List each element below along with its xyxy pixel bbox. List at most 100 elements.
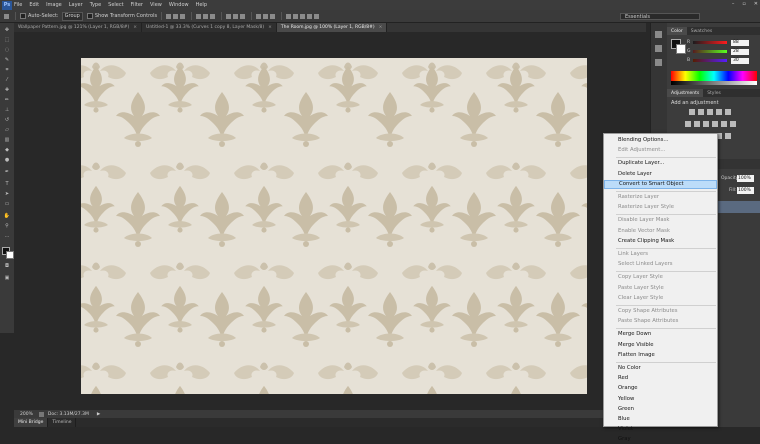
tab-styles[interactable]: Styles	[703, 89, 725, 97]
menu-item-green[interactable]: Green	[604, 405, 717, 414]
red-value-field[interactable]: 88	[731, 39, 749, 46]
menu-item-flatten-image[interactable]: Flatten Image	[604, 351, 717, 360]
menu-item-gray[interactable]: Gray	[604, 435, 717, 444]
levels-icon[interactable]	[698, 109, 704, 115]
menu-item-merge-down[interactable]: Merge Down	[604, 330, 717, 339]
3d-pan-icon[interactable]	[307, 13, 313, 19]
hue-saturation-icon[interactable]	[685, 121, 691, 127]
fill-field[interactable]: 100%	[737, 187, 754, 194]
3d-roll-icon[interactable]	[300, 13, 306, 19]
tab-color[interactable]: Color	[667, 27, 687, 35]
status-menu-icon[interactable]	[38, 411, 44, 417]
menu-help[interactable]: Help	[196, 2, 207, 8]
blue-value-field[interactable]: 30	[731, 57, 749, 64]
3d-rotate-icon[interactable]	[293, 13, 299, 19]
align-middle-icon[interactable]	[173, 13, 179, 19]
more-tools-icon[interactable]: …	[3, 233, 11, 239]
workspace-selector[interactable]: Essentials	[620, 13, 700, 20]
menu-layer[interactable]: Layer	[69, 2, 83, 8]
tab-wallpaper-pattern[interactable]: Wallpaper Pattern.jpg @ 121% (Layer 1, R…	[14, 23, 143, 32]
eraser-tool-icon[interactable]: ▱	[3, 127, 11, 133]
menu-type[interactable]: Type	[90, 2, 101, 8]
slider-blue[interactable]: B 30	[687, 57, 757, 64]
crop-tool-icon[interactable]: ⌗	[3, 67, 11, 73]
black-white-icon[interactable]	[703, 121, 709, 127]
tab-the-room[interactable]: The Room.jpg @ 100% (Layer 1, RGB/8#) ×	[276, 23, 388, 32]
info-panel-icon[interactable]	[655, 59, 662, 66]
tab-untitled-1[interactable]: Untitled-1 @ 33.3% (Curves 1 copy 8, Lay…	[142, 23, 277, 32]
tab-swatches[interactable]: Swatches	[687, 27, 717, 35]
menu-item-merge-visible[interactable]: Merge Visible	[604, 341, 717, 350]
photo-filter-icon[interactable]	[712, 121, 718, 127]
color-balance-icon[interactable]	[694, 121, 700, 127]
properties-panel-icon[interactable]	[655, 45, 662, 52]
menu-item-yellow[interactable]: Yellow	[604, 395, 717, 404]
align-left-icon[interactable]	[196, 13, 202, 19]
marquee-tool-icon[interactable]: ⬚	[3, 37, 11, 43]
menu-image[interactable]: Image	[46, 2, 62, 8]
color-spectrum-bar[interactable]	[671, 71, 757, 81]
distribute-bottom-icon[interactable]	[240, 13, 246, 19]
panel-background-swatch[interactable]	[676, 44, 686, 54]
tab-mini-bridge[interactable]: Mini Bridge	[14, 418, 49, 427]
clone-stamp-tool-icon[interactable]: ⊥	[3, 107, 11, 113]
menu-item-blending-options[interactable]: Blending Options...	[604, 136, 717, 145]
align-right-icon[interactable]	[210, 13, 216, 19]
distribute-top-icon[interactable]	[226, 13, 232, 19]
menu-select[interactable]: Select	[108, 2, 123, 8]
type-tool-icon[interactable]: T	[3, 181, 11, 187]
menu-item-convert-to-smart-object[interactable]: Convert to Smart Object	[604, 179, 717, 189]
background-color-swatch[interactable]	[6, 251, 14, 259]
lasso-tool-icon[interactable]: ◌	[3, 47, 11, 53]
align-center-icon[interactable]	[203, 13, 209, 19]
green-value-field[interactable]: 28	[731, 48, 749, 55]
align-top-icon[interactable]	[166, 13, 172, 19]
tab-close-icon[interactable]: ×	[379, 25, 383, 30]
blur-tool-icon[interactable]: ◆	[3, 147, 11, 153]
slider-red[interactable]: R 88	[687, 39, 757, 46]
color-lookup-icon[interactable]	[730, 121, 736, 127]
auto-select-checkbox[interactable]	[20, 13, 26, 19]
menu-item-delete-layer[interactable]: Delete Layer	[604, 170, 717, 179]
tab-close-icon[interactable]: ×	[133, 25, 137, 30]
close-window-button[interactable]: ✕	[754, 1, 758, 7]
status-arrow-icon[interactable]: ▶	[97, 412, 100, 417]
3d-mode-icon[interactable]	[286, 13, 292, 19]
menu-edit[interactable]: Edit	[29, 2, 39, 8]
menu-view[interactable]: View	[150, 2, 162, 8]
distribute-right-icon[interactable]	[270, 13, 276, 19]
gradient-tool-icon[interactable]: ▥	[3, 137, 11, 143]
brightness-icon[interactable]	[689, 109, 695, 115]
move-tool-icon[interactable]	[4, 13, 9, 19]
curves-icon[interactable]	[707, 109, 713, 115]
move-tool-icon[interactable]: ✥	[3, 27, 11, 33]
auto-select-dropdown[interactable]: Group	[61, 11, 83, 21]
opacity-field[interactable]: 100%	[737, 175, 754, 182]
quick-select-tool-icon[interactable]: ✎	[3, 57, 11, 63]
tab-timeline[interactable]: Timeline	[48, 418, 77, 427]
align-bottom-icon[interactable]	[180, 13, 186, 19]
distribute-left-icon[interactable]	[256, 13, 262, 19]
menu-item-red[interactable]: Red	[604, 374, 717, 383]
dodge-tool-icon[interactable]: ●	[3, 157, 11, 163]
shape-tool-icon[interactable]: ▭	[3, 201, 11, 207]
3d-slide-icon[interactable]	[314, 13, 320, 19]
menu-item-duplicate-layer[interactable]: Duplicate Layer...	[604, 159, 717, 168]
gradient-map-icon[interactable]	[725, 133, 731, 139]
history-brush-tool-icon[interactable]: ↺	[3, 117, 11, 123]
tab-adjustments[interactable]: Adjustments	[667, 89, 704, 97]
maximize-button[interactable]: ▫	[742, 1, 745, 7]
document-canvas[interactable]	[81, 58, 587, 394]
zoom-level[interactable]: 200%	[20, 412, 33, 417]
grayscale-ramp[interactable]	[671, 81, 757, 85]
show-transform-checkbox[interactable]	[86, 13, 93, 19]
slider-green[interactable]: G 28	[687, 48, 757, 55]
vibrance-icon[interactable]	[725, 109, 731, 115]
menu-window[interactable]: Window	[169, 2, 189, 8]
brush-tool-icon[interactable]: ✏	[3, 97, 11, 103]
path-select-tool-icon[interactable]: ➤	[3, 191, 11, 197]
hand-tool-icon[interactable]: ✋	[3, 213, 11, 219]
menu-item-blue[interactable]: Blue	[604, 415, 717, 424]
distribute-hcenter-icon[interactable]	[263, 13, 269, 19]
tab-close-icon[interactable]: ×	[268, 25, 272, 30]
